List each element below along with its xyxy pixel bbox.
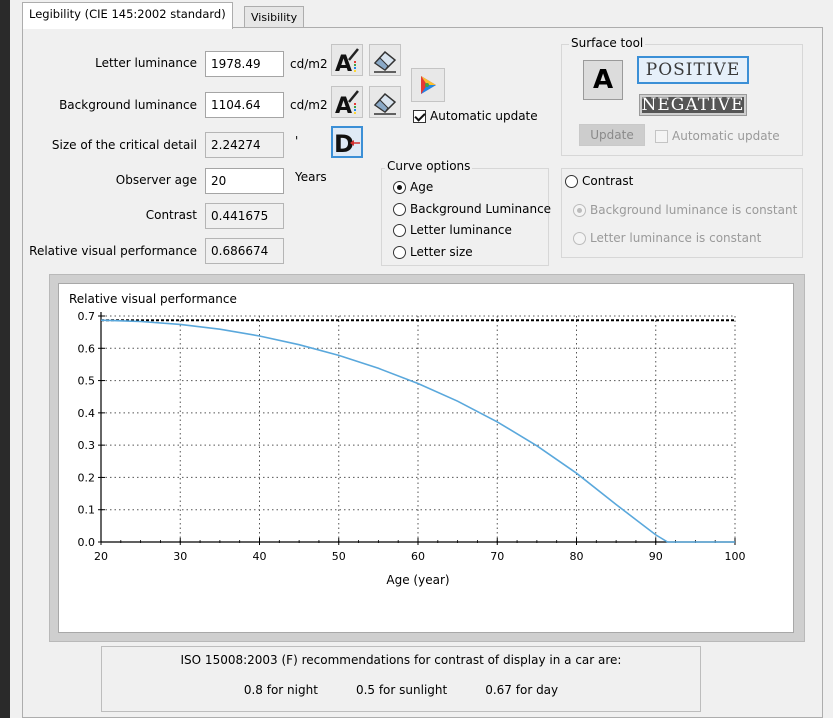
- y-tick-label: 0.2: [78, 471, 96, 484]
- eraser-icon: [373, 92, 397, 115]
- color-wheel-button[interactable]: [411, 68, 445, 102]
- letter-constant-option[interactable]: Letter luminance is constant: [573, 231, 761, 245]
- svg-text:A: A: [335, 94, 352, 116]
- x-tick-label: 70: [490, 550, 504, 563]
- color-triangle-icon: [421, 76, 436, 94]
- detail-size-icon: D: [334, 130, 360, 156]
- rvp-field: 0.686674: [205, 238, 284, 264]
- radio-icon: [565, 174, 578, 188]
- background-constant-option[interactable]: Background luminance is constant: [573, 203, 797, 217]
- contrast-radio[interactable]: Contrast: [565, 174, 638, 188]
- iso-values: 0.8 for night 0.5 for sunlight 0.67 for …: [102, 683, 700, 697]
- iso-title: ISO 15008:2003 (F) recommendations for c…: [180, 653, 622, 667]
- chart-xlabel: Age (year): [386, 573, 449, 587]
- rvp-label: Relative visual performance: [29, 244, 197, 258]
- legibility-window: Legibility (CIE 145:2002 standard) Visib…: [10, 0, 833, 718]
- letter-eraser-button[interactable]: [369, 44, 401, 76]
- chart-grid: [100, 315, 736, 543]
- automatic-update-checkbox[interactable]: Automatic update: [413, 109, 538, 123]
- critical-detail-field: 2.24274: [205, 132, 284, 158]
- contrast-label: Contrast: [145, 208, 197, 222]
- observer-age-input[interactable]: 20: [205, 168, 284, 194]
- letter-color-picker-icon: A: [335, 48, 359, 74]
- radio-icon: [393, 180, 406, 194]
- chart-area: Relative visual performance 20 30 40 50 60 70…: [58, 283, 794, 633]
- background-luminance-unit: cd/m2: [290, 98, 328, 112]
- automatic-update-check-icon: [413, 109, 426, 123]
- curve-option-letter-luminance[interactable]: Letter luminance: [393, 223, 512, 237]
- legibility-panel: Letter luminance Background luminance Si…: [22, 27, 823, 718]
- curve-option-label: Letter size: [410, 245, 473, 259]
- radio-icon: [393, 245, 406, 259]
- letter-luminance-unit: cd/m2: [290, 57, 328, 71]
- x-tick-label: 60: [411, 550, 425, 563]
- iso-day-value: 0.67 for day: [485, 683, 559, 697]
- critical-detail-unit: ': [295, 134, 299, 148]
- radio-icon: [393, 223, 406, 237]
- background-constant-label: Background luminance is constant: [590, 203, 798, 217]
- y-tick-label: 0.0: [78, 536, 96, 549]
- background-luminance-label: Background luminance: [59, 98, 197, 112]
- iso-night-value: 0.8 for night: [243, 683, 318, 697]
- curve-option-label: Age: [410, 180, 434, 194]
- surface-automatic-update-label: Automatic update: [672, 129, 780, 143]
- detail-size-button[interactable]: D: [331, 126, 363, 158]
- tab-legibility[interactable]: Legibility (CIE 145:2002 standard): [22, 2, 233, 29]
- iso-recommendations: ISO 15008:2003 (F) recommendations for c…: [101, 646, 701, 712]
- contrast-radio-label: Contrast: [582, 174, 634, 188]
- surface-automatic-update-check-icon: [655, 129, 668, 143]
- positive-button[interactable]: POSITIVE: [637, 56, 749, 84]
- surface-tool-title: Surface tool: [569, 36, 646, 50]
- background-eraser-button[interactable]: [369, 86, 401, 118]
- curve-option-label: Background Luminance: [410, 202, 552, 216]
- x-tick-label: 40: [253, 550, 267, 563]
- background-color-picker-button[interactable]: A: [331, 86, 363, 118]
- radio-icon: [393, 202, 406, 216]
- letter-color-picker-button[interactable]: A: [331, 44, 363, 76]
- curve-option-letter-size[interactable]: Letter size: [393, 245, 473, 259]
- negative-button[interactable]: NEGATIVE: [639, 94, 747, 116]
- chart-frame: Relative visual performance 20 30 40 50 60 70…: [49, 274, 805, 642]
- y-tick-label: 0.1: [78, 504, 96, 517]
- curve-option-age[interactable]: Age: [393, 180, 433, 194]
- x-tick-label: 30: [173, 550, 187, 563]
- radio-icon: [573, 203, 586, 217]
- y-tick-label: 0.3: [78, 439, 96, 452]
- curve-option-background-luminance[interactable]: Background Luminance: [393, 202, 551, 216]
- critical-detail-label: Size of the critical detail: [51, 138, 197, 152]
- background-luminance-input[interactable]: 1104.64: [205, 92, 284, 118]
- observer-age-label: Observer age: [115, 173, 197, 187]
- x-tick-label: 100: [725, 550, 746, 563]
- x-tick-label: 80: [570, 550, 584, 563]
- curve-options-title: Curve options: [385, 159, 473, 173]
- x-tick-label: 90: [649, 550, 663, 563]
- letter-luminance-input[interactable]: 1978.49: [205, 51, 284, 77]
- y-tick-label: 0.6: [78, 342, 96, 355]
- y-tick-label: 0.7: [78, 310, 96, 323]
- x-tick-label: 20: [94, 550, 108, 563]
- x-tick-label: 50: [332, 550, 346, 563]
- rvp-chart: 20 30 40 50 60 70 80 90 100 0.0 0.1 0.2 0.3 0.4 0.5 0.6…: [78, 310, 746, 587]
- observer-age-unit: Years: [295, 170, 327, 184]
- y-tick-label: 0.4: [78, 407, 96, 420]
- surface-update-button[interactable]: Update: [579, 124, 645, 146]
- iso-sunlight-value: 0.5 for sunlight: [355, 683, 448, 697]
- letter-color-picker-icon: A: [335, 90, 359, 116]
- y-tick-label: 0.5: [78, 375, 96, 388]
- svg-text:A: A: [335, 52, 352, 74]
- surface-automatic-update-checkbox[interactable]: Automatic update: [655, 129, 780, 143]
- surface-letter-button[interactable]: A: [583, 60, 623, 100]
- chart-axes: [100, 312, 735, 543]
- eraser-icon: [373, 50, 397, 73]
- tab-visibility[interactable]: Visibility: [244, 6, 305, 27]
- contrast-field: 0.441675: [205, 203, 284, 229]
- radio-icon: [573, 231, 586, 245]
- letter-luminance-label: Letter luminance: [95, 56, 197, 70]
- automatic-update-label: Automatic update: [430, 109, 538, 123]
- curve-option-label: Letter luminance: [410, 223, 512, 237]
- letter-constant-label: Letter luminance is constant: [590, 231, 762, 245]
